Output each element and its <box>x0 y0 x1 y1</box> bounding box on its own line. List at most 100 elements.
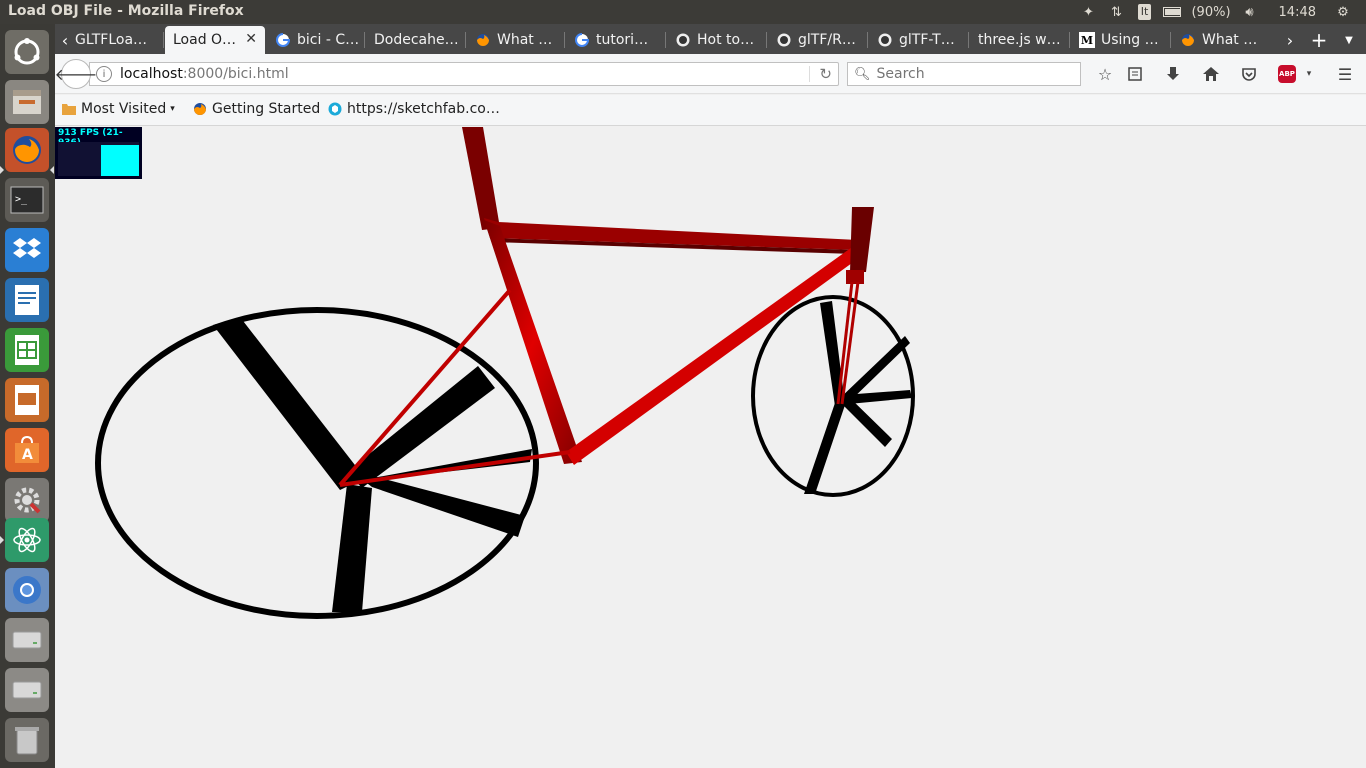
terminal-icon[interactable]: >_ <box>5 178 49 222</box>
google-icon <box>275 32 291 48</box>
url-bar[interactable]: i localhost:8000/bici.html ↻ <box>89 62 839 86</box>
atom-editor-icon[interactable] <box>5 518 49 562</box>
github-icon <box>776 32 792 48</box>
tab-load-obj[interactable]: Load O… ✕ <box>165 26 265 54</box>
tab-strip: ‹ GLTFLoa… Load O… ✕ bici - C… Dodecahe…… <box>55 24 1366 54</box>
close-tab-icon[interactable]: ✕ <box>245 31 257 47</box>
tab-label: glTF/R… <box>798 32 856 48</box>
battery-icon[interactable] <box>1163 4 1182 20</box>
libreoffice-writer-icon[interactable] <box>5 278 49 322</box>
fps-stats-panel[interactable]: 913 FPS (21-936) <box>55 127 142 179</box>
back-button-icon[interactable]: 🡐 <box>55 59 97 89</box>
bookmark-getting-started[interactable]: Getting Started <box>192 101 320 117</box>
search-icon: 🔍︎ <box>854 66 871 82</box>
tab-bici[interactable]: bici - C… <box>267 26 363 54</box>
tab-tutorial[interactable]: tutori… <box>566 26 664 54</box>
tab-using[interactable]: M Using … <box>1071 26 1169 54</box>
system-settings-icon[interactable] <box>5 478 49 522</box>
tab-threejs[interactable]: three.js w… <box>970 26 1068 54</box>
trash-icon[interactable] <box>5 718 49 762</box>
tab-label: bici - C… <box>297 32 360 48</box>
folder-icon <box>61 101 77 117</box>
tab-gltf-t[interactable]: glTF-T… <box>869 26 967 54</box>
tab-label: What … <box>1202 32 1258 48</box>
tabs-scroll-right-icon[interactable]: › <box>1280 26 1300 54</box>
tab-gltf-r[interactable]: glTF/R… <box>768 26 866 54</box>
files-icon[interactable] <box>5 80 49 124</box>
bookmark-sketchfab[interactable]: https://sketchfab.co… <box>327 101 500 117</box>
svg-text:A: A <box>22 447 33 463</box>
system-indicators: ✦ ⇅ It (90%) 🔊︎ 14:48 ⚙ <box>1079 0 1352 24</box>
dropbox-icon[interactable] <box>5 228 49 272</box>
language-label: It <box>1137 4 1152 20</box>
navigation-toolbar: i localhost:8000/bici.html ↻ 🡐 🔍︎ ☆ ABP … <box>55 54 1366 94</box>
adblock-plus-icon[interactable]: ABP <box>1277 64 1297 84</box>
bookmark-most-visited[interactable]: Most Visited ▾ <box>61 101 175 117</box>
list-all-tabs-icon[interactable]: ▼ <box>1339 26 1359 54</box>
fps-graph <box>58 142 139 176</box>
dropbox-indicator-icon[interactable]: ✦ <box>1079 4 1097 20</box>
tab-what-2[interactable]: What … <box>1172 26 1268 54</box>
svg-text:>_: >_ <box>15 194 28 205</box>
front-wheel <box>751 295 915 497</box>
hamburger-menu-icon[interactable]: ☰ <box>1335 64 1355 84</box>
rear-wheel <box>95 307 539 619</box>
github-icon <box>675 32 691 48</box>
search-box[interactable]: 🔍︎ <box>847 62 1081 86</box>
top-panel: Load OBJ File - Mozilla Firefox ✦ ⇅ It (… <box>0 0 1366 24</box>
power-gear-icon[interactable]: ⚙ <box>1334 4 1352 20</box>
tab-label: Hot to… <box>697 32 755 48</box>
tab-hot-to[interactable]: Hot to… <box>667 26 765 54</box>
tab-label: What … <box>497 32 553 48</box>
github-icon <box>877 32 893 48</box>
bookmark-label: Most Visited <box>81 101 167 117</box>
new-tab-icon[interactable]: + <box>1309 26 1329 54</box>
bookmark-label: Getting Started <box>212 101 321 117</box>
unity-launcher: >_ A <box>0 24 55 768</box>
volume-icon[interactable]: 🔊︎ <box>1241 4 1259 20</box>
disk-drive-icon-2[interactable] <box>5 668 49 712</box>
bookmark-star-icon[interactable]: ☆ <box>1095 64 1115 84</box>
tab-label: Load O… <box>173 32 237 48</box>
libreoffice-calc-icon[interactable] <box>5 328 49 372</box>
tab-label: Dodecahe… <box>374 32 459 48</box>
downloads-icon[interactable] <box>1163 64 1183 84</box>
tab-what-1[interactable]: What … <box>467 26 563 54</box>
clock[interactable]: 14:48 <box>1279 5 1316 20</box>
tab-gltfloader[interactable]: GLTFLoa… <box>67 26 162 54</box>
firefox-icon <box>1180 32 1196 48</box>
firefox-icon <box>192 101 208 117</box>
bookmarks-menu-icon[interactable] <box>1125 64 1145 84</box>
bicycle-scene[interactable] <box>55 127 1366 768</box>
google-icon <box>574 32 590 48</box>
adblock-dropdown-icon[interactable]: ▾ <box>1299 64 1319 84</box>
tab-label: tutori… <box>596 32 649 48</box>
network-icon[interactable]: ⇅ <box>1107 4 1125 20</box>
medium-icon: M <box>1079 32 1095 48</box>
reload-icon[interactable]: ↻ <box>819 65 832 83</box>
software-center-icon[interactable]: A <box>5 428 49 472</box>
tab-dodecahedron[interactable]: Dodecahe… <box>366 26 464 54</box>
tab-label: GLTFLoa… <box>75 32 148 48</box>
tab-label: glTF-T… <box>899 32 955 48</box>
webgl-canvas[interactable]: 913 FPS (21-936) <box>55 127 1366 768</box>
tab-label: Using … <box>1101 32 1159 48</box>
libreoffice-impress-icon[interactable] <box>5 378 49 422</box>
sketchfab-icon <box>327 101 343 117</box>
firefox-icon[interactable] <box>5 128 49 172</box>
fps-graph-bar <box>101 145 139 176</box>
disk-drive-icon[interactable] <box>5 618 49 662</box>
site-info-icon[interactable]: i <box>96 66 112 82</box>
url-text[interactable]: localhost:8000/bici.html <box>120 66 289 82</box>
window-title: Load OBJ File - Mozilla Firefox <box>8 3 244 19</box>
home-icon[interactable] <box>1201 64 1221 84</box>
dash-home-icon[interactable] <box>5 30 49 74</box>
pocket-icon[interactable] <box>1239 64 1259 84</box>
chevron-down-icon: ▾ <box>170 104 175 114</box>
firefox-icon <box>475 32 491 48</box>
keyboard-layout-indicator[interactable]: It <box>1135 4 1153 20</box>
bookmark-label: https://sketchfab.co… <box>347 101 500 117</box>
search-input[interactable] <box>876 66 1067 82</box>
bookmarks-toolbar: Most Visited ▾ Getting Started https://s… <box>55 95 1366 126</box>
chromium-icon[interactable] <box>5 568 49 612</box>
